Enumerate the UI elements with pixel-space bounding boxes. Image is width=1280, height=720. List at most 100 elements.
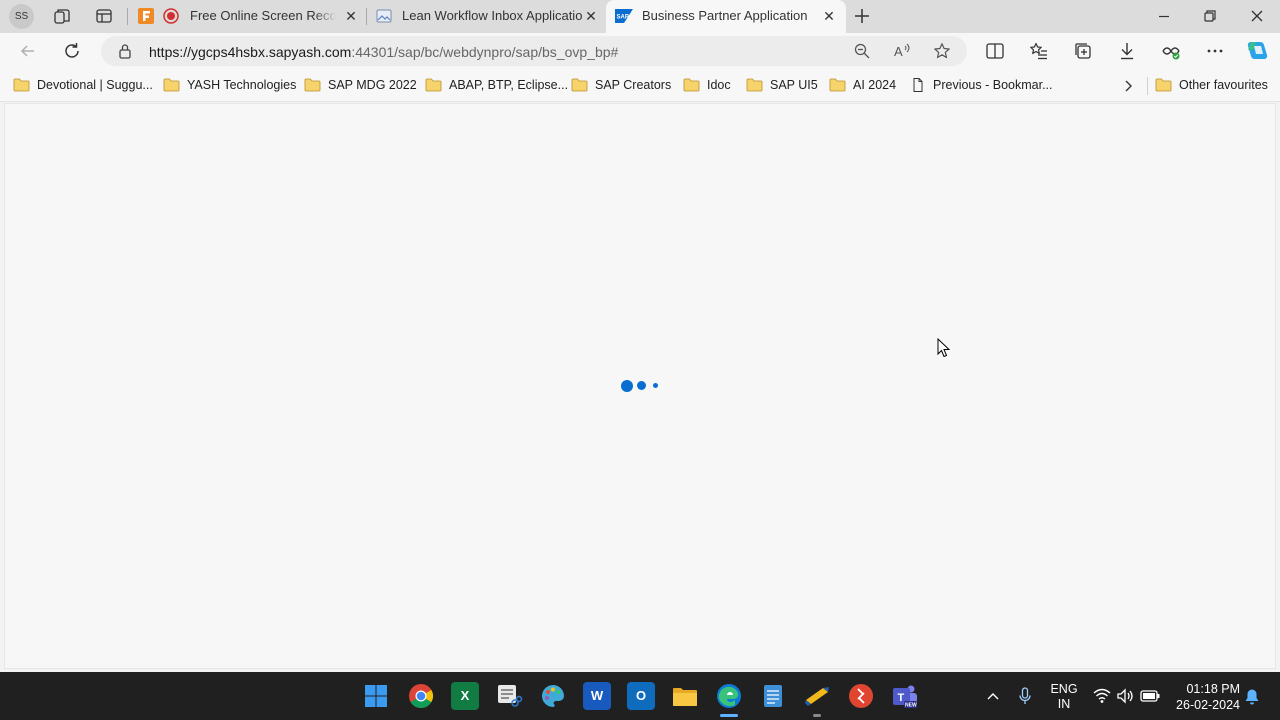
sap-logon-icon[interactable] (803, 682, 831, 710)
loading-indicator (619, 379, 669, 393)
minimize-icon[interactable] (1141, 0, 1187, 33)
mouse-cursor-icon (937, 338, 951, 358)
favourites-icon[interactable] (1029, 41, 1049, 61)
outlook-icon[interactable]: O (627, 682, 655, 710)
tab-separator (366, 8, 367, 25)
settings-more-icon[interactable] (1205, 41, 1225, 61)
chrome-icon[interactable] (407, 682, 435, 710)
clock[interactable]: 01:18 PM 26-02-2024 (1170, 681, 1240, 713)
loading-dot (621, 380, 633, 392)
tab-title: Business Partner Application (642, 8, 808, 23)
file-explorer-icon[interactable] (671, 682, 699, 710)
chevron-up-icon[interactable] (986, 689, 1000, 703)
browser-toolbar: https://ygcps4hsbx.sapyash.com:44301/sap… (0, 33, 1280, 69)
svg-text:T: T (898, 692, 905, 704)
close-tab-icon[interactable]: ✕ (583, 8, 599, 24)
copilot-icon[interactable] (1245, 39, 1270, 63)
favourite-label: Other favourites (1179, 78, 1268, 92)
read-aloud-icon[interactable]: A (893, 42, 913, 60)
chevron-right-icon[interactable] (1120, 78, 1136, 94)
favourite-label: SAP UI5 (770, 78, 818, 92)
folder-icon (13, 78, 30, 92)
vertical-tabs-icon[interactable] (95, 7, 113, 25)
snipping-tool-icon[interactable] (495, 682, 523, 710)
favourites-bar: Devotional | Suggu... YASH Technologies … (0, 69, 1280, 102)
new-tab-icon[interactable] (853, 7, 871, 25)
tab-title: Free Online Screen Recorder (190, 8, 336, 23)
address-bar[interactable]: https://ygcps4hsbx.sapyash.com:44301/sap… (101, 36, 967, 66)
battery-icon[interactable] (1140, 689, 1160, 703)
restore-icon[interactable] (1187, 0, 1233, 33)
notepad-icon[interactable] (759, 682, 787, 710)
word-icon[interactable]: W (583, 682, 611, 710)
favourite-label: SAP MDG 2022 (328, 78, 417, 92)
folder-icon (163, 78, 180, 92)
downloads-icon[interactable] (1117, 41, 1137, 61)
tab-title: Lean Workflow Inbox Application (402, 8, 582, 23)
taskbar: X W O T NEW ENG IN 01:18 PM 26-02-2024 (0, 672, 1280, 720)
remote-desktop-icon[interactable] (847, 682, 875, 710)
excel-icon[interactable]: X (451, 682, 479, 710)
tab-business-partner[interactable]: SAP Business Partner Application ✕ (606, 0, 846, 33)
back-icon[interactable] (17, 40, 39, 62)
title-bar: SS Free Online Screen Recorder ✕ Lean Wo… (0, 0, 1280, 33)
favourite-label: SAP Creators (595, 78, 672, 92)
language-code: ENG (1050, 682, 1078, 696)
sap-running-indicator (813, 714, 821, 717)
page-icon (376, 9, 392, 23)
favourite-label: Previous - Bookmar... (933, 78, 1053, 92)
paint-icon[interactable] (539, 682, 567, 710)
tab-separator (127, 8, 128, 25)
svg-text:SAP: SAP (617, 15, 629, 21)
wifi-icon[interactable] (1093, 688, 1111, 704)
url-text[interactable]: https://ygcps4hsbx.sapyash.com:44301/sap… (149, 44, 618, 60)
url-path: :44301/sap/bc/webdynpro/sap/bs_ovp_bp# (351, 44, 619, 60)
favourite-star-icon[interactable] (933, 42, 951, 60)
folder-icon (425, 78, 442, 92)
edge-icon[interactable] (715, 682, 743, 710)
clock-date: 26-02-2024 (1176, 698, 1240, 712)
zoom-out-icon[interactable] (853, 42, 871, 60)
favourite-label: Devotional | Suggu... (37, 78, 153, 92)
loading-dot (653, 383, 658, 388)
language-indicator[interactable]: ENG IN (1048, 682, 1080, 712)
page-content (4, 103, 1276, 669)
folder-icon (304, 78, 321, 92)
favourite-label: AI 2024 (853, 78, 897, 92)
favourite-label: YASH Technologies (187, 78, 297, 92)
folder-icon (683, 78, 700, 92)
tab-app-icon (138, 8, 154, 24)
refresh-icon[interactable] (61, 40, 83, 62)
profile-avatar[interactable]: SS (9, 4, 34, 29)
svg-text:A: A (894, 44, 903, 59)
split-screen-icon[interactable] (985, 41, 1005, 61)
collections-icon[interactable] (1073, 41, 1093, 61)
url-host: https://ygcps4hsbx.sapyash.com (149, 44, 352, 60)
teams-icon[interactable]: T NEW (891, 682, 919, 710)
close-window-icon[interactable] (1234, 0, 1280, 33)
favourite-label: ABAP, BTP, Eclipse... (449, 78, 569, 92)
edge-running-indicator (720, 714, 738, 717)
sap-icon: SAP (615, 9, 633, 23)
favourites-divider (1147, 77, 1148, 95)
tab-lean-workflow-inbox[interactable]: Lean Workflow Inbox Application ✕ (370, 0, 604, 33)
tab-screen-recorder[interactable]: Free Online Screen Recorder ✕ (132, 0, 364, 33)
recorder-icon (163, 8, 179, 24)
word-glyph: W (590, 688, 604, 703)
microphone-icon[interactable] (1018, 687, 1032, 705)
windows-start-icon[interactable] (362, 682, 390, 710)
loading-dot (637, 381, 646, 390)
clock-time: 01:18 PM (1186, 682, 1240, 696)
folder-icon (1155, 78, 1172, 92)
lock-icon[interactable] (118, 43, 132, 59)
volume-icon[interactable] (1116, 688, 1134, 704)
close-tab-icon[interactable]: ✕ (343, 8, 359, 24)
browser-essentials-icon[interactable] (1161, 41, 1181, 61)
workspaces-icon[interactable] (53, 7, 71, 25)
favourite-label: Idoc (707, 78, 731, 92)
region-code: IN (1057, 697, 1071, 711)
excel-glyph: X (460, 688, 470, 703)
notification-bell-icon[interactable] (1244, 688, 1260, 705)
close-tab-icon[interactable]: ✕ (821, 8, 837, 24)
folder-icon (829, 78, 846, 92)
